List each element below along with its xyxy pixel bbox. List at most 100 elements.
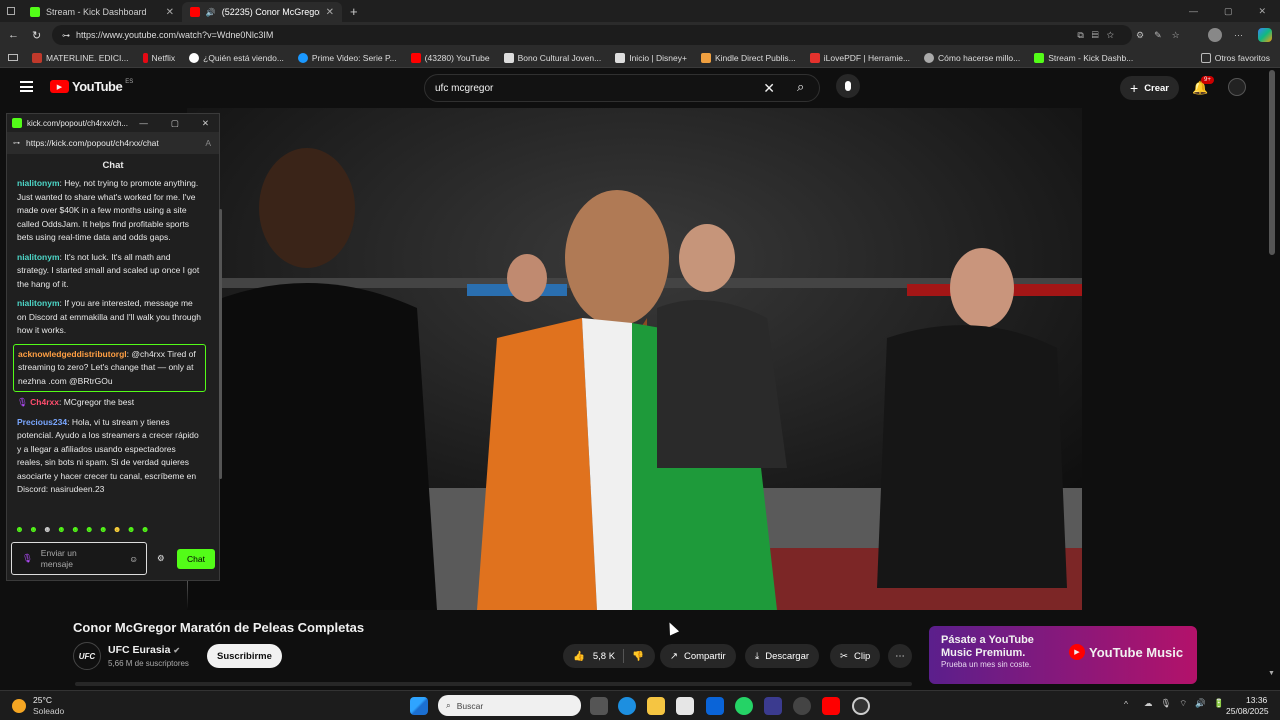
chatgpt-icon[interactable]	[793, 697, 811, 715]
settings-gear-icon[interactable]: ⚙	[157, 553, 165, 564]
bookmark-matferline[interactable]: MATERLINE. EDICI...	[32, 52, 129, 63]
youtube-logo[interactable]: ▶ YouTube ES	[50, 79, 133, 94]
download-button[interactable]: ⤓ Descargar	[745, 644, 820, 668]
emote-icon[interactable]: ☻	[127, 524, 136, 534]
emote-icon[interactable]: ☻	[99, 524, 108, 534]
share-button[interactable]: ↗ Compartir	[660, 644, 736, 668]
close-window-icon[interactable]: ✕	[1258, 6, 1266, 17]
chat-username[interactable]: nialitonym	[17, 178, 60, 188]
emote-icon[interactable]: ☻	[85, 524, 94, 534]
emote-icon[interactable]: ☻	[29, 524, 38, 534]
file-explorer-icon[interactable]	[647, 697, 665, 715]
bookmark-disney[interactable]: Inicio | Disney+	[615, 52, 687, 63]
thumbs-down-icon[interactable]: 👎	[632, 651, 644, 662]
address-bar[interactable]: ⊶ https://www.youtube.com/watch?v=Wdne0N…	[52, 25, 1132, 45]
maximize-icon[interactable]: ▢	[171, 118, 179, 129]
bookmark-ilovepdf[interactable]: iLovePDF | Herramie...	[809, 52, 910, 63]
bookmark-youtube[interactable]: (43280) YouTube	[410, 52, 490, 63]
bookmarks-menu-icon[interactable]	[8, 54, 18, 61]
site-info-icon[interactable]: ⊶	[62, 31, 70, 40]
minimize-icon[interactable]: —	[139, 118, 148, 128]
music-premium-banner[interactable]: Pásate a YouTube Music Premium. Prueba u…	[929, 626, 1197, 684]
search-icon[interactable]: ⌕	[797, 79, 804, 95]
more-menu-icon[interactable]: ⋯	[1234, 30, 1243, 41]
toolbar-icons[interactable]: ⚙✎☆	[1136, 30, 1190, 41]
bookmark-kindle[interactable]: Kindle Direct Publis...	[700, 52, 796, 63]
addressbar-actions-icon[interactable]: ⧉▤☆	[1077, 30, 1122, 41]
tab-kick-dashboard[interactable]: Stream - Kick Dashboard ✕	[22, 2, 182, 22]
emoji-icon[interactable]: ☺	[129, 554, 138, 564]
scroll-down-icon[interactable]: ▼	[1268, 670, 1275, 677]
new-tab-button[interactable]: +	[350, 4, 358, 19]
weather-sun-icon[interactable]	[12, 699, 26, 713]
system-tray-icons[interactable]: ☁🎙⌔🔊🔋	[1144, 698, 1232, 709]
chat-username[interactable]: acknowledgeddistributorgl	[18, 349, 127, 359]
app-icon-notified[interactable]	[852, 697, 870, 715]
popup-address-bar[interactable]: ⊶ https://kick.com/popout/ch4rxx/chat A	[7, 132, 219, 154]
microsoft-store-icon[interactable]	[676, 697, 694, 715]
clock-time[interactable]: 13:36	[1246, 695, 1267, 705]
speaker-icon[interactable]: 🔊	[206, 8, 216, 17]
emote-icon[interactable]: ☻	[71, 524, 80, 534]
create-button[interactable]: + Crear	[1120, 76, 1180, 100]
emote-icon[interactable]: ☻	[15, 524, 24, 534]
clip-button[interactable]: ✂ Clip	[830, 644, 881, 668]
chat-username[interactable]: Ch4rxx	[30, 397, 59, 407]
close-icon[interactable]: ✕	[326, 7, 334, 18]
taskbar-search[interactable]: ⌕ Buscar	[438, 695, 581, 716]
like-count[interactable]: 5,8 K	[593, 651, 615, 662]
bookmark-quien-esta-viendo[interactable]: ¿Quién está viendo...	[189, 52, 284, 63]
subscribe-button[interactable]: Suscribirme	[207, 644, 282, 668]
show-hidden-icons[interactable]: ^	[1124, 699, 1128, 709]
edge-browser-icon[interactable]	[618, 697, 636, 715]
app-icon[interactable]	[764, 697, 782, 715]
search-input[interactable]: ufc mcgregor	[435, 83, 493, 94]
bookmark-kick-dashboard[interactable]: Stream - Kick Dashb...	[1034, 52, 1133, 63]
thumbs-up-icon[interactable]: 👍	[573, 651, 585, 662]
chat-username[interactable]: Precious234	[17, 417, 67, 427]
channel-avatar[interactable]: UFC	[73, 642, 101, 670]
horizontal-scrollbar[interactable]	[75, 682, 912, 686]
close-icon[interactable]: ✕	[166, 7, 174, 18]
other-bookmarks[interactable]: Otros favoritos	[1200, 52, 1280, 63]
bookmark-netflix[interactable]: Netflix	[142, 52, 175, 63]
send-chat-button[interactable]: Chat	[177, 549, 215, 569]
bookmark-prime-video[interactable]: Prime Video: Serie P...	[297, 52, 397, 63]
profile-avatar[interactable]	[1208, 28, 1222, 42]
back-icon[interactable]: ←	[8, 29, 19, 41]
tab-youtube[interactable]: 🔊 (52235) Conor McGregor Ma ✕	[182, 2, 342, 22]
clear-search-icon[interactable]: ✕	[763, 80, 775, 97]
channel-name[interactable]: UFC Eurasia ✔	[108, 644, 180, 656]
youtube-app-icon[interactable]	[822, 697, 840, 715]
chat-username[interactable]: nialitonym	[17, 298, 60, 308]
windows-start-icon[interactable]	[410, 697, 428, 715]
outlook-icon[interactable]	[706, 697, 724, 715]
emote-icon[interactable]: ☻	[141, 524, 150, 534]
clock-date[interactable]: 25/08/2025	[1226, 706, 1269, 716]
voice-search-button[interactable]	[836, 74, 860, 98]
whatsapp-icon[interactable]	[735, 697, 753, 715]
emote-icon[interactable]: ☻	[43, 524, 52, 534]
account-avatar[interactable]	[1228, 78, 1246, 96]
task-view-icon[interactable]	[590, 697, 608, 715]
search-box[interactable]: ufc mcgregor ✕ ⌕	[424, 74, 820, 102]
reload-icon[interactable]: ↻	[32, 29, 41, 42]
page-scrollbar[interactable]	[1269, 70, 1275, 255]
hamburger-menu-icon[interactable]	[20, 81, 33, 92]
site-info-icon[interactable]: ⊶	[13, 139, 20, 147]
close-icon[interactable]: ✕	[202, 118, 209, 129]
video-player[interactable]	[187, 108, 1082, 610]
bookmark-como-hacerse[interactable]: Cómo hacerse millo...	[924, 52, 1020, 63]
copilot-icon[interactable]	[1258, 28, 1272, 42]
tab-actions-icon[interactable]	[0, 7, 22, 15]
chat-scrollbar[interactable]	[219, 209, 222, 479]
minimize-icon[interactable]: —	[1189, 6, 1198, 17]
chat-message-input[interactable]: 🎙 Enviar un mensaje ☺	[11, 542, 147, 575]
bookmark-bono-cultural[interactable]: Bono Cultural Joven...	[503, 52, 601, 63]
emote-icon[interactable]: ☻	[57, 524, 66, 534]
chat-username[interactable]: nialitonym	[17, 252, 60, 262]
more-actions-button[interactable]: ⋯	[888, 644, 912, 668]
maximize-icon[interactable]: ▢	[1224, 6, 1233, 17]
read-aloud-icon[interactable]: A	[205, 138, 211, 148]
emote-icon[interactable]: ☻	[113, 524, 122, 534]
